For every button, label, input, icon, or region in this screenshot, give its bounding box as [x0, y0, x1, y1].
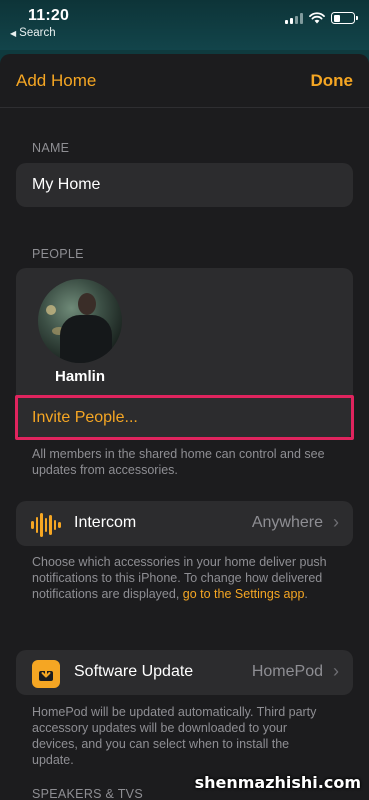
- back-to-search-link[interactable]: ◀ Search: [10, 27, 56, 39]
- intercom-label: Intercom: [74, 514, 137, 531]
- avatar[interactable]: [38, 279, 122, 363]
- home-name-field[interactable]: My Home: [16, 163, 353, 207]
- invite-people-label: Invite People...: [32, 409, 138, 426]
- software-update-label: Software Update: [74, 663, 194, 680]
- battery-icon: [331, 12, 358, 24]
- software-update-row[interactable]: Software Update HomePod ›: [16, 650, 353, 695]
- add-home-title-button[interactable]: Add Home: [16, 71, 96, 91]
- people-card: Hamlin Invite People...: [16, 268, 353, 439]
- intercom-footer: Choose which accessories in your home de…: [32, 554, 342, 602]
- people-section-header: PEOPLE: [32, 247, 84, 261]
- back-triangle-icon: ◀: [10, 29, 17, 38]
- intercom-waveform-icon: [31, 511, 61, 539]
- settings-app-link[interactable]: go to the Settings app: [183, 587, 305, 601]
- speakers-section-header: SPEAKERS & TVS: [32, 787, 143, 800]
- cellular-signal-icon: [285, 12, 303, 24]
- intercom-value: Anywhere: [251, 514, 323, 531]
- status-time: 11:20: [28, 7, 70, 24]
- wifi-icon: [309, 12, 325, 24]
- status-indicators: [285, 12, 358, 24]
- chevron-right-icon: ›: [333, 661, 339, 681]
- done-button[interactable]: Done: [311, 71, 354, 91]
- intercom-row[interactable]: Intercom Anywhere ›: [16, 501, 353, 546]
- name-section-header: NAME: [32, 141, 70, 155]
- software-update-value: HomePod: [251, 663, 323, 680]
- intercom-footer-end: .: [304, 587, 308, 601]
- chevron-right-icon: ›: [333, 512, 339, 532]
- people-footer: All members in the shared home can contr…: [32, 447, 325, 477]
- home-name-value[interactable]: My Home: [32, 176, 100, 194]
- back-search-label: Search: [19, 27, 56, 39]
- invite-people-button[interactable]: Invite People...: [16, 395, 353, 439]
- add-home-sheet: Add Home Done NAME My Home PEOPLE Hamlin…: [0, 54, 369, 800]
- status-bar: 11:20 ◀ Search: [0, 0, 369, 50]
- software-update-footer: HomePod will be updated automatically. T…: [32, 705, 317, 767]
- person-name: Hamlin: [54, 368, 105, 385]
- nav-bar: Add Home Done: [0, 54, 369, 108]
- software-update-icon: [32, 660, 60, 688]
- watermark: shenmazhishi.com: [194, 773, 361, 792]
